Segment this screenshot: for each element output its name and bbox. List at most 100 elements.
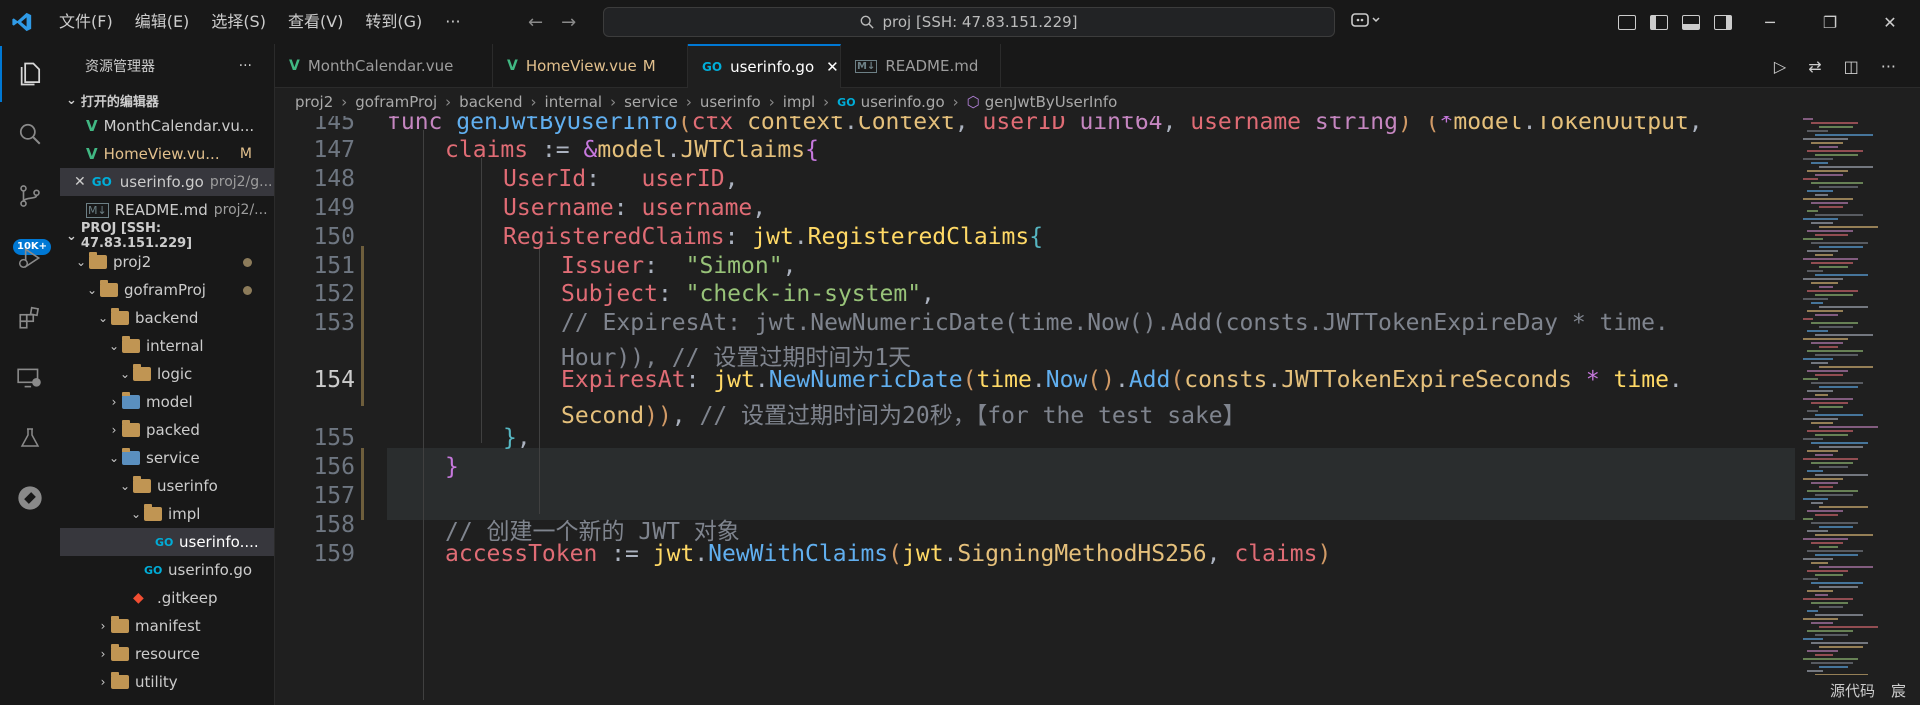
breadcrumb-item[interactable]: userinfo (700, 93, 761, 111)
tab-readme[interactable]: M↓ README.md (841, 44, 1001, 88)
minimap-line (1807, 450, 1838, 452)
menu-more-button[interactable]: ··· (433, 0, 472, 44)
forward-arrow-icon[interactable]: → (561, 12, 576, 33)
folder-icon (133, 476, 151, 493)
go-extension-icon[interactable] (0, 470, 60, 526)
tree-folder[interactable]: ⌄ logic (60, 360, 274, 388)
open-editor-item[interactable]: V HomeView.vu... M (60, 140, 274, 168)
tree-folder[interactable]: › manifest (60, 612, 274, 640)
menu-edit[interactable]: 编辑(E) (124, 0, 201, 44)
run-icon[interactable]: ▷ (1774, 57, 1786, 76)
code-line[interactable]: // ExpiresAt: jwt.NewNumericDate(time.No… (561, 310, 1669, 336)
close-icon[interactable]: ✕ (74, 174, 86, 190)
code-line[interactable]: } (445, 454, 459, 480)
tree-folder[interactable]: › packed (60, 416, 274, 444)
minimap-line (1807, 410, 1818, 412)
tree-folder[interactable]: ⌄ userinfo (60, 472, 274, 500)
breadcrumb-item[interactable]: userinfo.go (861, 93, 945, 111)
code-line[interactable]: Second)), // 设置过期时间为20秒，【for the test sa… (561, 396, 1246, 430)
compare-icon[interactable]: ⇄ (1808, 57, 1821, 76)
restore-icon[interactable]: ❐ (1800, 0, 1860, 44)
status-extra[interactable]: 宸 (1891, 680, 1906, 701)
testing-flask-icon[interactable] (0, 410, 60, 466)
tree-file[interactable]: GO userinfo.go (60, 556, 274, 584)
code-line[interactable]: RegisteredClaims: jwt.RegisteredClaims{ (503, 224, 1043, 250)
tree-item-label: service (146, 449, 200, 467)
menu-view[interactable]: 查看(V) (277, 0, 354, 44)
tab-month-calendar[interactable]: V MonthCalendar.vue (275, 44, 493, 88)
minimap-line (1819, 126, 1853, 128)
chevron-down-icon: ⌄ (66, 228, 77, 244)
chevron-right-icon: › (100, 647, 106, 661)
toggle-primary-sidebar-icon[interactable] (1650, 14, 1668, 30)
menu-file[interactable]: 文件(F) (48, 0, 124, 44)
extensions-icon[interactable] (0, 290, 60, 346)
chevron-right-icon: › (111, 395, 117, 409)
code-line[interactable]: claims := &model.JWTClaims{ (445, 137, 819, 163)
breadcrumb-item[interactable]: goframProj (355, 93, 437, 111)
source-label[interactable]: 源代码 (1830, 680, 1875, 701)
tree-folder[interactable]: › resource (60, 640, 274, 668)
tree-folder[interactable]: › utility (60, 668, 274, 696)
code-line[interactable]: Subject: "check-in-system", (561, 281, 935, 307)
command-center-search[interactable]: proj [SSH: 47.83.151.229] (603, 7, 1335, 37)
minimap-line (1819, 246, 1863, 248)
explorer-icon[interactable] (0, 46, 60, 102)
copilot-icon[interactable] (1350, 10, 1382, 34)
line-number: 148 (313, 166, 355, 192)
tab-userinfo-go[interactable]: GO userinfo.go ✕ (688, 44, 841, 88)
code-line[interactable]: Issuer: "Simon", (561, 253, 796, 279)
minimap[interactable] (1795, 116, 1920, 705)
explorer-more-button[interactable]: ··· (239, 58, 252, 74)
code-editor[interactable]: 145 147 148 149 150 151 152 153 154 155 156 157 158 1… (275, 116, 1795, 705)
function-symbol-icon: ⬡ (966, 93, 980, 111)
tree-file[interactable]: ◆ .gitkeep (60, 584, 274, 612)
tree-folder[interactable]: ⌄ backend (60, 304, 274, 332)
open-editor-item[interactable]: V MonthCalendar.vu... (60, 112, 274, 140)
toggle-secondary-sidebar-icon[interactable] (1714, 14, 1732, 30)
toggle-panel-icon[interactable] (1682, 14, 1700, 30)
breadcrumb-item[interactable]: internal (545, 93, 603, 111)
back-arrow-icon[interactable]: ← (528, 12, 543, 33)
code-line[interactable]: UserId: userID, (503, 166, 738, 192)
minimap-line (1803, 298, 1828, 300)
tree-file[interactable]: GO userinfo.... (60, 528, 274, 556)
more-actions-icon[interactable]: ··· (1881, 57, 1896, 76)
open-editors-section[interactable]: ⌄ 打开的编辑器 (60, 88, 274, 112)
workspace-section[interactable]: ⌄ PROJ [SSH: 47.83.151.229] (60, 221, 274, 251)
breadcrumb-item[interactable]: genJwtByUserInfo (985, 93, 1118, 111)
tree-folder[interactable]: › model (60, 388, 274, 416)
breadcrumb-item[interactable]: impl (783, 93, 815, 111)
close-icon[interactable]: ✕ (826, 58, 839, 76)
code-line[interactable]: func genJwtByUserInfo(ctx context.Contex… (387, 116, 1703, 135)
tab-home-view[interactable]: V HomeView.vue M (493, 44, 688, 88)
tree-folder[interactable]: ⌄ goframProj (60, 276, 274, 304)
minimize-icon[interactable]: ─ (1740, 0, 1800, 44)
code-line[interactable]: }, (503, 425, 531, 451)
minimap-line (1815, 374, 1843, 376)
open-editor-item-active[interactable]: ✕ GO userinfo.go proj2/g... (60, 168, 274, 196)
breadcrumb-item[interactable]: proj2 (295, 93, 333, 111)
code-line[interactable]: ExpiresAt: jwt.NewNumericDate(time.Now()… (561, 367, 1683, 393)
menu-go[interactable]: 转到(G) (354, 0, 433, 44)
menu-selection[interactable]: 选择(S) (200, 0, 277, 44)
code-line[interactable]: Username: username, (503, 195, 766, 221)
remote-explorer-icon[interactable] (0, 350, 60, 406)
run-debug-icon[interactable] (0, 230, 60, 286)
breadcrumb-item[interactable]: backend (459, 93, 522, 111)
tree-folder[interactable]: ⌄ proj2 (60, 248, 274, 276)
code-line[interactable]: accessToken := jwt.NewWithClaims(jwt.Sig… (445, 541, 1331, 567)
tree-folder[interactable]: ⌄ service (60, 444, 274, 472)
source-control-icon[interactable] (0, 168, 60, 224)
close-icon[interactable]: ✕ (1860, 0, 1920, 44)
search-icon[interactable] (0, 106, 60, 162)
tree-folder[interactable]: ⌄ impl (60, 500, 274, 528)
tree-folder[interactable]: ⌄ internal (60, 332, 274, 360)
minimap-line (1807, 270, 1823, 272)
open-editor-item[interactable]: M↓ README.md proj2/... (60, 196, 274, 224)
breadcrumb-item[interactable]: service (624, 93, 678, 111)
split-editor-icon[interactable]: ◫ (1844, 57, 1859, 76)
markdown-icon: M↓ (86, 202, 109, 218)
customize-layout-icon[interactable] (1618, 14, 1636, 30)
minimap-line (1803, 638, 1823, 640)
